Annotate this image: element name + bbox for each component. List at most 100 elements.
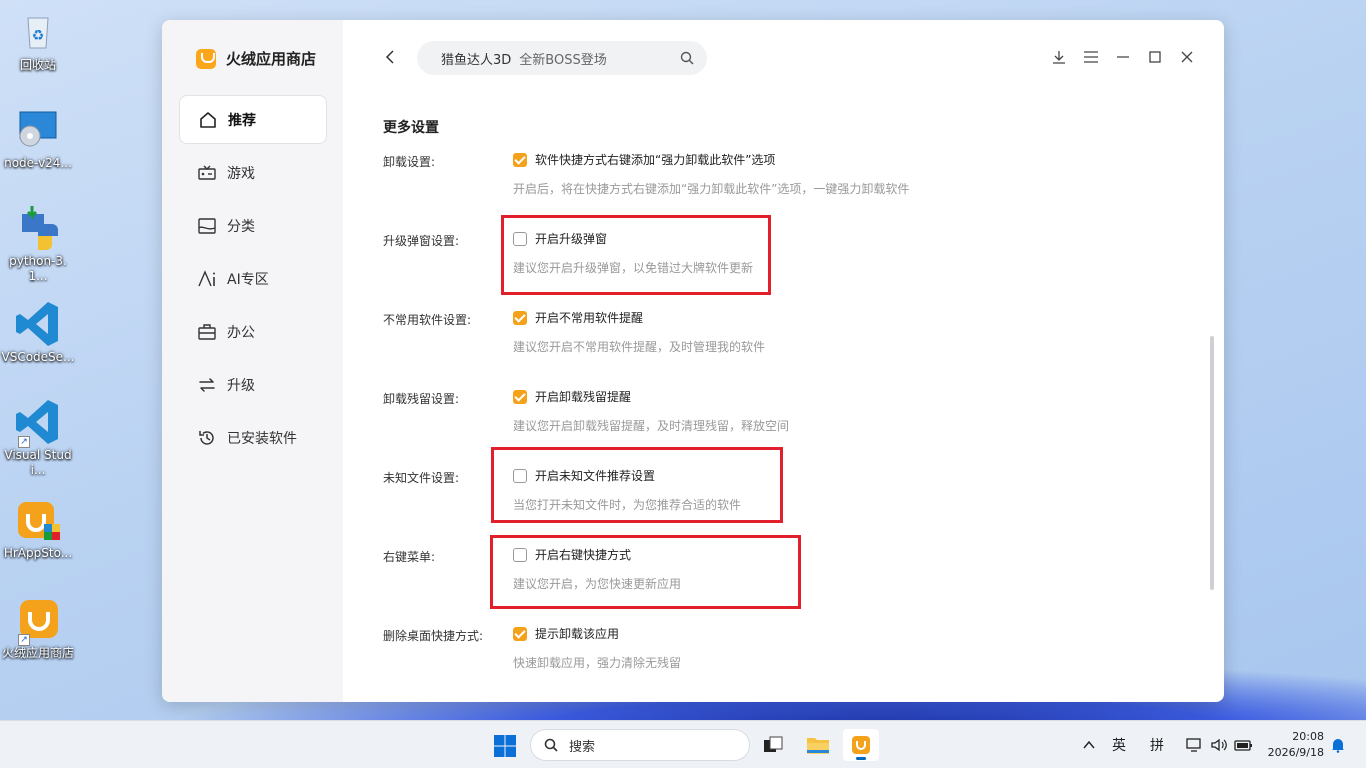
settings-content: 更多设置 卸载设置: 软件快捷方式右键添加“强力卸载此软件”选项 开启后，将在快… — [383, 117, 1003, 670]
sidebar-nav: 推荐 游戏 分类 AI专区 办公 升级 已安装软件 — [179, 95, 327, 466]
highlight-box — [490, 535, 801, 609]
taskbar-search[interactable]: 搜索 — [530, 729, 750, 761]
taskbar-clock[interactable]: 20:08 2026/9/18 — [1268, 729, 1324, 761]
sidebar-item-label: 办公 — [227, 324, 255, 341]
desktop-icon-label: python-3.1... — [9, 254, 67, 283]
download-button[interactable] — [1050, 47, 1068, 67]
search-keyword: 猎鱼达人3D — [441, 52, 512, 68]
setting-option[interactable]: 开启卸载残留提醒 — [513, 388, 631, 405]
setting-option-label: 开启卸载残留提醒 — [535, 390, 632, 404]
svg-text:♻: ♻ — [32, 28, 45, 44]
setting-option[interactable]: 开启不常用软件提醒 — [513, 309, 643, 326]
desktop-icon-vscode-setup[interactable]: VSCodeSe... — [0, 300, 76, 365]
start-button[interactable] — [493, 734, 517, 758]
desktop-icon-visual-studio[interactable]: ↗ Visual Studi... — [0, 398, 76, 478]
home-icon — [200, 111, 216, 128]
tray-overflow-button[interactable] — [1082, 721, 1096, 768]
checkbox-checked[interactable] — [513, 626, 527, 641]
sidebar-item-upgrade[interactable]: 升级 — [179, 360, 327, 409]
desktop-icon-node[interactable]: node-v24... — [0, 106, 76, 171]
shortcut-arrow-icon: ↗ — [18, 634, 30, 646]
search-box[interactable]: 猎鱼达人3D 全新BOSS登场 — [417, 41, 707, 75]
node-installer-icon — [14, 106, 62, 154]
task-view-icon — [764, 736, 783, 752]
network-icon — [1186, 738, 1201, 752]
sidebar-item-recommend[interactable]: 推荐 — [179, 95, 327, 144]
clock-time: 20:08 — [1292, 730, 1324, 743]
close-button[interactable] — [1178, 47, 1196, 67]
tray-ime[interactable]: 拼 — [1150, 721, 1164, 768]
hrappstore-installer-icon — [14, 496, 62, 544]
checkbox-checked[interactable] — [513, 389, 527, 404]
briefcase-icon — [198, 323, 216, 340]
taskbar-huorong-store[interactable] — [843, 729, 879, 761]
chevron-left-icon — [385, 50, 394, 64]
desktop-icon-label: Visual Studi... — [4, 448, 72, 477]
taskbar-search-label: 搜索 — [569, 739, 596, 755]
sidebar-item-label: 分类 — [227, 218, 255, 235]
desktop: ♻ 回收站 node-v24... python-3.1... VSCodeSe… — [0, 0, 160, 720]
checkbox-checked[interactable] — [513, 152, 527, 167]
window-controls — [1050, 47, 1196, 67]
minimize-icon — [1117, 56, 1129, 58]
desktop-icon-label: HrAppSto... — [3, 546, 73, 560]
setting-option[interactable]: 提示卸载该应用 — [513, 625, 619, 642]
main-panel: 猎鱼达人3D 全新BOSS登场 更多设置 卸载设置: 软件快捷方式右键添加“强力… — [343, 20, 1224, 702]
setting-label: 升级弹窗设置: — [383, 234, 460, 248]
tray-status-icons[interactable] — [1186, 721, 1254, 768]
setting-label: 卸载设置: — [383, 155, 436, 169]
tray-language[interactable]: 英 — [1112, 721, 1126, 768]
setting-option-label: 软件快捷方式右键添加“强力卸载此软件”选项 — [535, 153, 776, 167]
setting-label: 删除桌面快捷方式: — [383, 629, 484, 643]
volume-icon — [1211, 738, 1227, 752]
sidebar-item-games[interactable]: 游戏 — [179, 148, 327, 197]
desktop-icon-label: node-v24... — [4, 156, 72, 170]
desktop-icon-python[interactable]: python-3.1... — [0, 204, 76, 284]
minimize-button[interactable] — [1114, 47, 1132, 67]
scrollbar[interactable] — [1210, 336, 1214, 590]
maximize-button[interactable] — [1146, 47, 1164, 67]
taskbar-file-explorer[interactable] — [800, 729, 836, 761]
app-name: 火绒应用商店 — [226, 50, 317, 68]
sidebar-item-category[interactable]: 分类 — [179, 201, 327, 250]
back-button[interactable] — [381, 47, 401, 67]
history-icon — [199, 430, 214, 445]
hamburger-menu-icon — [1084, 51, 1098, 63]
brand: 火绒应用商店 — [196, 48, 316, 69]
checkbox-checked[interactable] — [513, 310, 527, 325]
setting-option-label: 提示卸载该应用 — [535, 627, 620, 641]
highlight-box — [491, 447, 783, 523]
desktop-icon-recycle-bin[interactable]: ♻ 回收站 — [0, 8, 76, 73]
sidebar-item-ai[interactable]: AI专区 — [179, 254, 327, 303]
setting-desc: 开启后，将在快捷方式右键添加“强力卸载此软件”选项，一键强力卸载软件 — [513, 182, 910, 196]
highlight-box — [501, 215, 771, 295]
sidebar-item-installed[interactable]: 已安装软件 — [179, 413, 327, 462]
vscode-icon — [14, 300, 62, 348]
download-icon — [1053, 51, 1065, 64]
chevron-up-icon — [1083, 740, 1095, 749]
setting-option-label: 开启不常用软件提醒 — [535, 311, 644, 325]
taskbar-task-view[interactable] — [755, 729, 791, 761]
app-logo-icon — [196, 48, 216, 69]
app-window: 火绒应用商店 推荐 游戏 分类 AI专区 办公 升级 已安装软件 猎鱼达人3D … — [162, 20, 1224, 702]
setting-option[interactable]: 软件快捷方式右键添加“强力卸载此软件”选项 — [513, 151, 775, 168]
sidebar: 火绒应用商店 推荐 游戏 分类 AI专区 办公 升级 已安装软件 — [162, 20, 343, 702]
huorong-store-icon — [852, 736, 870, 754]
sidebar-item-office[interactable]: 办公 — [179, 307, 327, 356]
desktop-icon-huorong-store[interactable]: ↗ 火绒应用商店 — [0, 596, 76, 661]
maximize-icon — [1149, 51, 1161, 63]
desktop-icon-label: 火绒应用商店 — [1, 646, 74, 660]
huorong-store-icon: ↗ — [14, 596, 62, 646]
sidebar-item-label: 已安装软件 — [227, 430, 297, 447]
taskbar: 搜索 英 拼 20:08 2026/9/18 — [0, 720, 1366, 768]
vscode-icon: ↗ — [14, 398, 62, 448]
sidebar-item-label: 推荐 — [228, 112, 256, 129]
search-icon[interactable] — [679, 50, 695, 66]
search-icon — [544, 738, 558, 752]
shortcut-arrow-icon: ↗ — [18, 436, 30, 448]
sidebar-item-label: 升级 — [227, 377, 255, 394]
menu-button[interactable] — [1082, 47, 1100, 67]
sidebar-item-label: 游戏 — [227, 165, 255, 182]
notification-button[interactable] — [1330, 721, 1346, 768]
desktop-icon-hrappstore[interactable]: HrAppSto... — [0, 496, 76, 561]
